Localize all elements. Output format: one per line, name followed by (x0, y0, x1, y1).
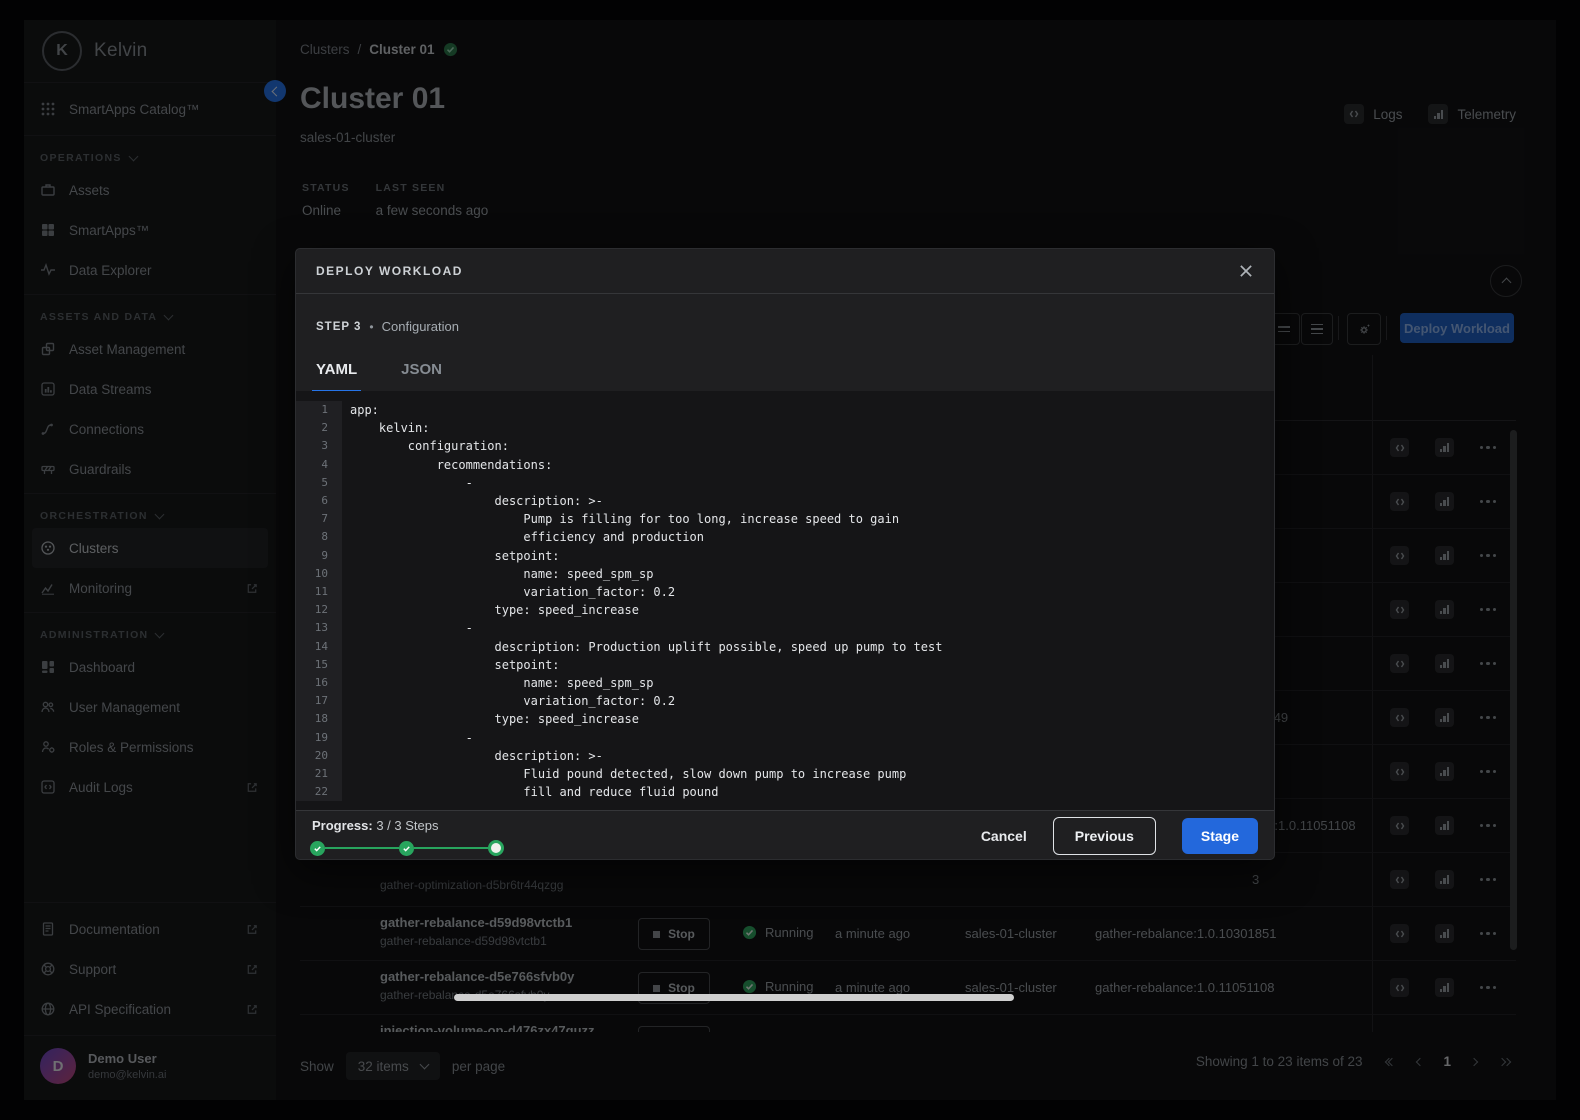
modal-title: DEPLOY WORKLOAD (316, 264, 463, 278)
editor-tabs: YAML JSON (296, 353, 1274, 392)
table-horizontal-scrollbar[interactable] (454, 994, 1014, 1001)
stage-button[interactable]: Stage (1182, 818, 1258, 854)
progress-steps (310, 840, 504, 856)
deploy-workload-modal: DEPLOY WORKLOAD STEP 3 • Configuration Y… (295, 248, 1275, 860)
step-indicator: STEP 3 • Configuration (316, 319, 459, 334)
step-current-icon (488, 840, 504, 856)
cancel-button[interactable]: Cancel (981, 828, 1027, 844)
tab-yaml[interactable]: YAML (316, 353, 357, 391)
previous-button[interactable]: Previous (1053, 817, 1156, 855)
tab-json[interactable]: JSON (401, 353, 442, 391)
progress-text: Progress: 3 / 3 Steps (312, 818, 438, 833)
yaml-editor[interactable]: app: kelvin: configuration: recommendati… (296, 391, 1274, 811)
close-icon[interactable] (1238, 263, 1254, 279)
modal-footer: Progress: 3 / 3 Steps Cancel Previous St… (296, 810, 1274, 859)
step-done-icon (310, 841, 325, 856)
step-done-icon (399, 841, 414, 856)
